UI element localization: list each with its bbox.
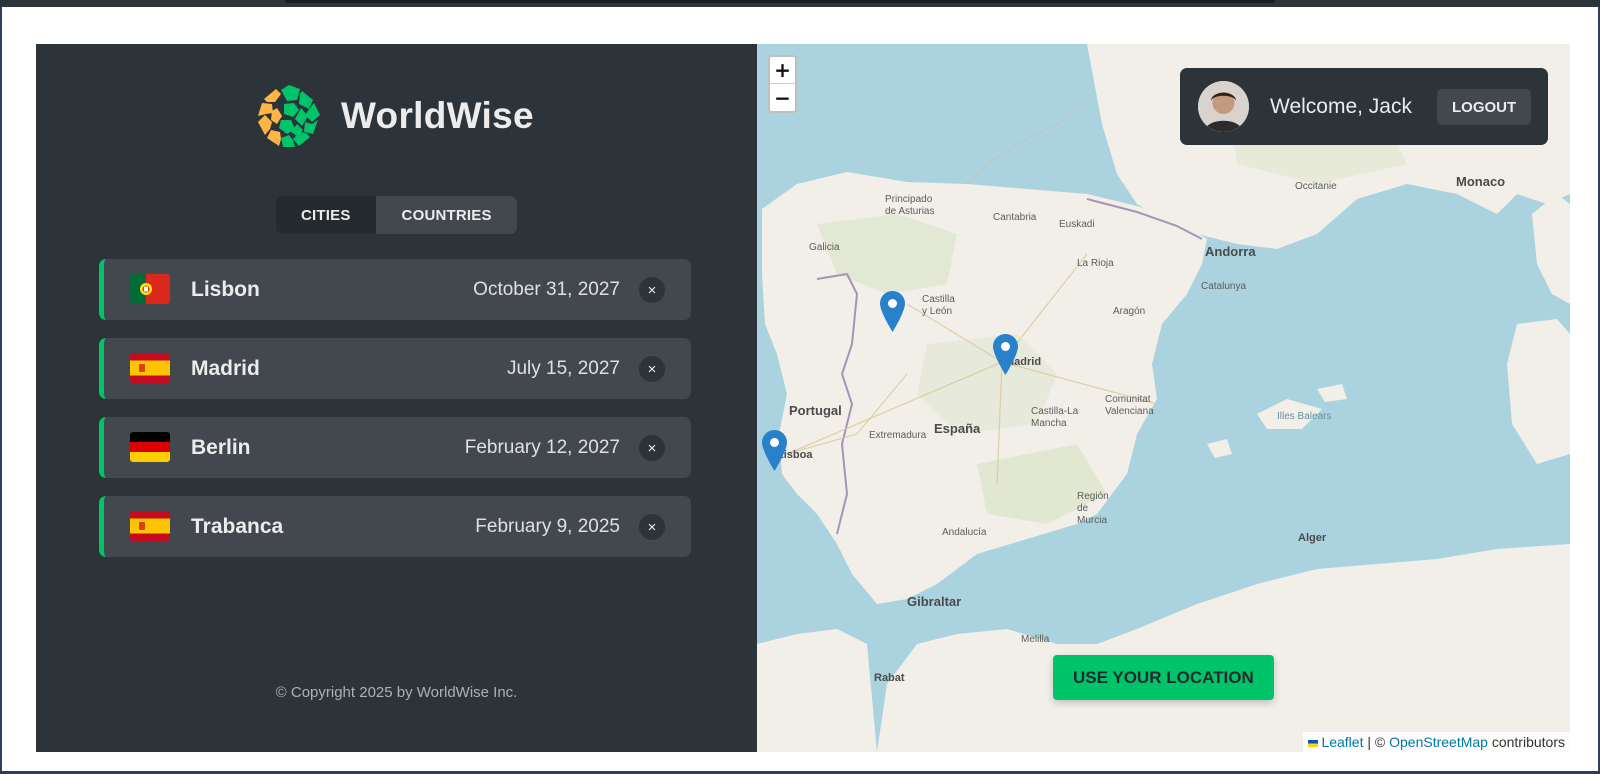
map-attribution: Leaflet | © OpenStreetMap contributors: [1302, 732, 1570, 752]
browser-top-bar: [0, 0, 1600, 7]
tab-countries[interactable]: COUNTRIES: [376, 196, 517, 234]
use-location-button[interactable]: USE YOUR LOCATION: [1053, 655, 1274, 700]
map-label-melilla: Melilla: [1021, 634, 1050, 645]
city-item-lisbon[interactable]: Lisbon October 31, 2027 ×: [99, 259, 691, 320]
map-label-portugal: Portugal: [789, 403, 842, 418]
ukraine-flag-icon: [1307, 739, 1318, 747]
app-name: WorldWise: [341, 95, 534, 136]
map-label-gibraltar: Gibraltar: [907, 594, 962, 609]
app-layout: WorldWise CITIES COUNTRIES Lisbon Octobe…: [36, 44, 1570, 752]
map-label-galicia: Galicia: [809, 242, 840, 253]
map-label-comunitat: Comunitat Valenciana: [1105, 394, 1154, 417]
app-frame: WorldWise CITIES COUNTRIES Lisbon Octobe…: [0, 7, 1600, 774]
avatar: [1198, 81, 1249, 132]
city-date: February 9, 2025: [475, 515, 620, 537]
map[interactable]: Portugal España Madrid Lisboa Andorra Mo…: [757, 44, 1570, 752]
city-item-trabanca[interactable]: Trabanca February 9, 2025 ×: [99, 496, 691, 557]
city-date: July 15, 2027: [506, 357, 620, 379]
attribution-separator: | ©: [1363, 734, 1390, 750]
map-label-illes: Illes Balears: [1277, 411, 1332, 422]
leaflet-link[interactable]: Leaflet: [1321, 734, 1363, 750]
spain-flag-icon: [130, 353, 170, 383]
city-name: Madrid: [191, 356, 260, 380]
zoom-out-button[interactable]: −: [770, 84, 795, 111]
germany-flag-icon: [130, 432, 170, 462]
map-label-la-rioja: La Rioja: [1077, 258, 1114, 269]
sidebar: WorldWise CITIES COUNTRIES Lisbon Octobe…: [36, 44, 757, 752]
map-label-catalunya: Catalunya: [1201, 281, 1247, 292]
delete-city-button[interactable]: ×: [639, 514, 665, 540]
map-label-principado: Principado de Asturias: [885, 194, 935, 217]
city-name: Lisbon: [191, 277, 260, 301]
map-marker-icon[interactable]: [993, 334, 1018, 375]
city-date: February 12, 2027: [464, 436, 620, 458]
delete-city-button[interactable]: ×: [639, 435, 665, 461]
delete-city-button[interactable]: ×: [639, 356, 665, 382]
city-name: Berlin: [191, 435, 251, 459]
delete-city-button[interactable]: ×: [639, 277, 665, 303]
copyright: © Copyright 2025 by WorldWise Inc.: [275, 684, 518, 701]
map-label-rabat: Rabat: [874, 672, 905, 684]
city-list: Lisbon October 31, 2027 × Madrid July 15…: [99, 259, 691, 575]
openstreetmap-link[interactable]: OpenStreetMap: [1389, 734, 1488, 750]
tab-cities[interactable]: CITIES: [276, 196, 376, 234]
map-label-euskadi: Euskadi: [1059, 219, 1095, 230]
map-marker-icon[interactable]: [762, 430, 787, 471]
worldwise-globe-icon: [256, 83, 322, 149]
map-label-occitanie: Occitanie: [1295, 181, 1337, 192]
spain-flag-icon: [130, 511, 170, 541]
city-date: October 31, 2027: [473, 278, 620, 300]
city-item-berlin[interactable]: Berlin February 12, 2027 ×: [99, 417, 691, 478]
map-label-monaco: Monaco: [1456, 174, 1506, 189]
map-label-espana: España: [934, 421, 981, 436]
logout-button[interactable]: LOGOUT: [1437, 89, 1532, 125]
user-card: Welcome, Jack LOGOUT: [1180, 68, 1548, 145]
map-label-castilla-leon: Castilla y León: [922, 294, 955, 317]
map-label-murcia: Región de Murcia: [1077, 491, 1109, 526]
map-label-andorra: Andorra: [1205, 244, 1256, 259]
attribution-contributors: contributors: [1487, 734, 1565, 750]
map-label-extremadura: Extremadura: [869, 430, 927, 441]
zoom-control: + −: [768, 55, 797, 113]
map-label-cantabria: Cantabria: [993, 212, 1037, 223]
logo[interactable]: WorldWise: [255, 82, 534, 150]
map-label-andalucia: Andalucía: [942, 527, 987, 538]
map-label-aragon: Aragón: [1113, 306, 1146, 317]
portugal-flag-icon: [130, 274, 170, 304]
map-label-alger: Alger: [1298, 532, 1327, 544]
map-marker-icon[interactable]: [880, 291, 905, 332]
nav-tabs: CITIES COUNTRIES: [276, 196, 517, 234]
zoom-in-button[interactable]: +: [770, 57, 795, 84]
welcome-text: Welcome, Jack: [1270, 94, 1412, 118]
city-item-madrid[interactable]: Madrid July 15, 2027 ×: [99, 338, 691, 399]
city-name: Trabanca: [191, 514, 284, 538]
map-label-castilla-mancha: Castilla-La Mancha: [1031, 406, 1079, 429]
